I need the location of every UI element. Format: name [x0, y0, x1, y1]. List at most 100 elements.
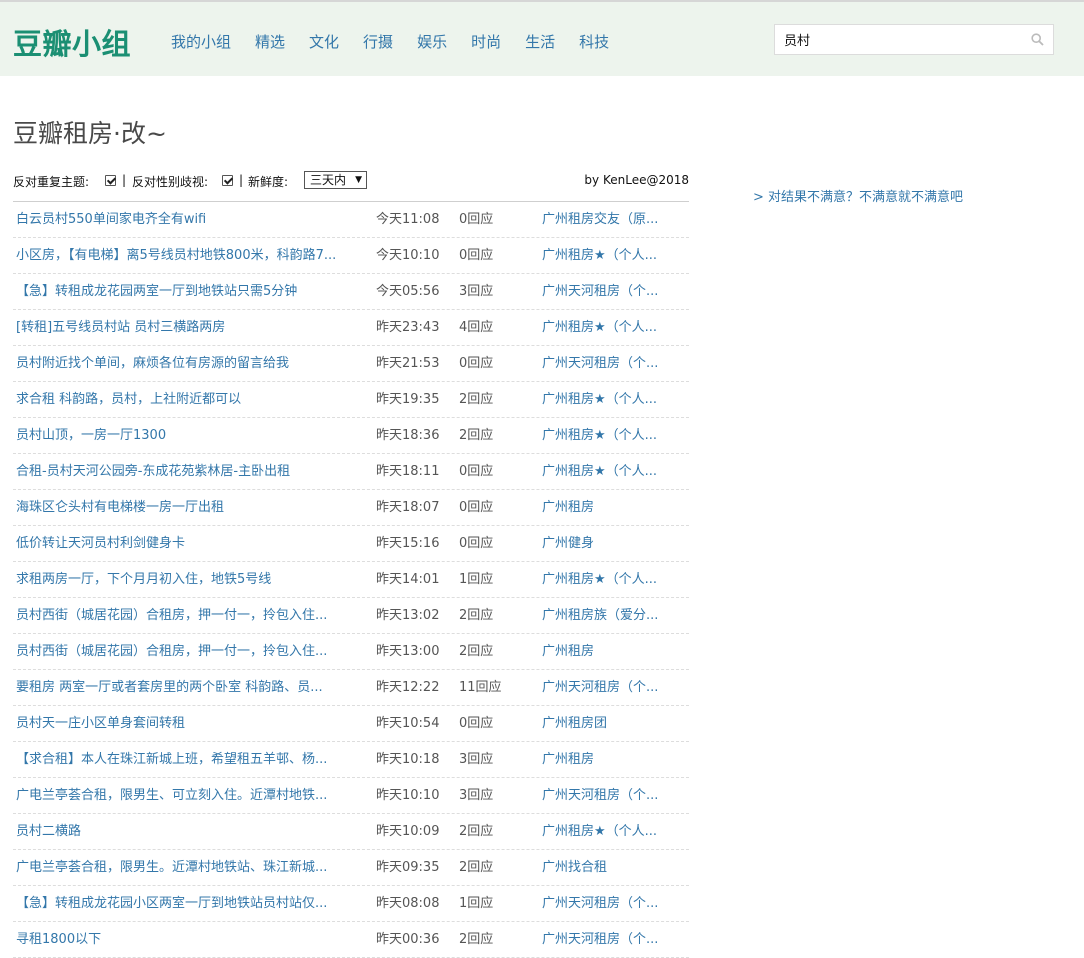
table-row: [转租]五号线员村站 员村三横路两房 昨天23:43 4回应 广州租房★（个人... — [13, 310, 689, 346]
author-credit: by KenLee@2018 — [584, 173, 689, 187]
nav-item-life[interactable]: 生活 — [525, 31, 555, 52]
topic-title-link[interactable]: 员村天一庄小区单身套间转租 — [16, 716, 185, 732]
topic-group-link[interactable]: 广州天河租房（个... — [542, 284, 658, 300]
topic-title-link[interactable]: [转租]五号线员村站 员村三横路两房 — [16, 320, 225, 336]
search-input[interactable] — [775, 25, 1025, 54]
topic-group-link[interactable]: 广州租房 — [542, 500, 594, 516]
topic-group-link[interactable]: 广州租房交友（原... — [542, 212, 658, 228]
topic-time: 今天11:08 — [376, 212, 440, 227]
table-row: 要租房 两室一厅或者套房里的两个卧室 科韵路、员... 昨天12:22 11回应 广州… — [13, 670, 689, 706]
nav-item-my-groups[interactable]: 我的小组 — [171, 31, 231, 52]
topic-title-link[interactable]: 员村西街（城居花园）合租房，押一付一，拎包入住... — [16, 608, 327, 624]
topic-group-link[interactable]: 广州找合租 — [542, 860, 607, 876]
topic-reply-count: 3回应 — [459, 284, 494, 299]
topic-reply-count: 1回应 — [459, 572, 494, 587]
nav-item-featured[interactable]: 精选 — [255, 31, 285, 52]
nav-item-tech[interactable]: 科技 — [579, 31, 609, 52]
topic-title-link[interactable]: 员村附近找个单间，麻烦各位有房源的留言给我 — [16, 356, 289, 372]
topic-time: 昨天10:54 — [376, 716, 440, 731]
table-row: 小区房，【有电梯】离5号线员村地铁800米，科韵路7... 今天10:10 0回应 广… — [13, 238, 689, 274]
topic-title-link[interactable]: 寻租1800以下 — [16, 932, 101, 948]
topic-group-link[interactable]: 广州租房★（个人... — [542, 428, 657, 444]
topic-group-link[interactable]: 广州租房 — [542, 644, 594, 660]
topic-title-link[interactable]: 【求合租】本人在珠江新城上班，希望租五羊邨、杨... — [16, 752, 327, 768]
topic-title-link[interactable]: 员村二横路 — [16, 824, 81, 840]
topic-reply-count: 0回应 — [459, 500, 494, 515]
topic-reply-count: 1回应 — [459, 896, 494, 911]
filter-bar: 反对重复主题: | 反对性别歧视: | 新鲜度: 三天内 ▼ by KenLee… — [13, 171, 689, 191]
topic-title-link[interactable]: 合租-员村天河公园旁-东成花苑紫林居-主卧出租 — [16, 464, 290, 480]
main-nav: 我的小组 精选 文化 行摄 娱乐 时尚 生活 科技 — [171, 31, 633, 52]
nav-item-travel[interactable]: 行摄 — [363, 31, 393, 52]
table-row: 员村西街（城居花园）合租房，押一付一，拎包入住... 昨天13:00 2回应 广州租房 — [13, 634, 689, 670]
table-row: 广电兰亭荟合租，限男生。近潭村地铁站、珠江新城... 昨天09:35 2回应 广州找合… — [13, 850, 689, 886]
nav-item-fashion[interactable]: 时尚 — [471, 31, 501, 52]
topic-title-link[interactable]: 员村西街（城居花园）合租房，押一付一，拎包入住... — [16, 644, 327, 660]
topic-group-link[interactable]: 广州租房★（个人... — [542, 464, 657, 480]
gender-label: 反对性别歧视: — [132, 175, 209, 189]
topic-group-link[interactable]: 广州租房 — [542, 752, 594, 768]
table-row: 求合租 科韵路，员村，上社附近都可以 昨天19:35 2回应 广州租房★（个人... — [13, 382, 689, 418]
site-logo[interactable]: 豆瓣小组 — [13, 21, 131, 63]
table-row: 求租两房一厅，下个月月初入住，地铁5号线 昨天14:01 1回应 广州租房★（个人..… — [13, 562, 689, 598]
topic-title-link[interactable]: 广电兰亭荟合租，限男生、可立刻入住。近潭村地铁... — [16, 788, 327, 804]
topic-reply-count: 2回应 — [459, 608, 494, 623]
topic-reply-count: 0回应 — [459, 212, 494, 227]
table-row: 【急】转租成龙花园两室一厅到地铁站只需5分钟 今天05:56 3回应 广州天河租房（个… — [13, 274, 689, 310]
topic-time: 昨天09:35 — [376, 860, 440, 875]
topic-title-link[interactable]: 海珠区仑头村有电梯楼一房一厅出租 — [16, 500, 224, 516]
gender-checkbox[interactable] — [222, 175, 233, 186]
topic-group-link[interactable]: 广州健身 — [542, 536, 594, 552]
topic-title-link[interactable]: 低价转让天河员村利剑健身卡 — [16, 536, 185, 552]
topic-reply-count: 2回应 — [459, 428, 494, 443]
topic-title-link[interactable]: 白云员村550单间家电齐全有wifi — [16, 212, 206, 228]
separator: | — [122, 173, 127, 187]
topic-title-link[interactable]: 员村山顶，一房一厅1300 — [16, 428, 166, 444]
table-row: 合租-员村天河公园旁-东成花苑紫林居-主卧出租 昨天18:11 0回应 广州租房★（个… — [13, 454, 689, 490]
table-row: 【求合租】本人在珠江新城上班，希望租五羊邨、杨... 昨天10:18 3回应 广州租房 — [13, 742, 689, 778]
table-row: 广电兰亭荟合租，限男生、可立刻入住。近潭村地铁... 昨天10:10 3回应 广州天河… — [13, 778, 689, 814]
topic-title-link[interactable]: 【急】转租成龙花园两室一厅到地铁站只需5分钟 — [16, 284, 297, 300]
table-row: 员村西街（城居花园）合租房，押一付一，拎包入住... 昨天13:02 2回应 广州租房… — [13, 598, 689, 634]
topic-title-link[interactable]: 【急】转租成龙花园小区两室一厅到地铁站员村站仅... — [16, 896, 327, 912]
dedupe-checkbox[interactable] — [105, 175, 116, 186]
topic-group-link[interactable]: 广州租房族（爱分... — [542, 608, 658, 624]
topic-group-link[interactable]: 广州天河租房（个... — [542, 680, 658, 696]
page-title: 豆瓣租房·改~ — [13, 119, 167, 148]
topic-time: 昨天18:36 — [376, 428, 440, 443]
table-row: 员村二横路 昨天10:09 2回应 广州租房★（个人... — [13, 814, 689, 850]
topic-title-link[interactable]: 求合租 科韵路，员村，上社附近都可以 — [16, 392, 241, 408]
topic-reply-count: 0回应 — [459, 716, 494, 731]
feedback-link[interactable]: > 对结果不满意？不满意就不满意吧 — [753, 186, 963, 205]
table-row: 海珠区仑头村有电梯楼一房一厅出租 昨天18:07 0回应 广州租房 — [13, 490, 689, 526]
topic-group-link[interactable]: 广州租房★（个人... — [542, 824, 657, 840]
freshness-label: 新鲜度: — [248, 175, 289, 189]
topic-title-link[interactable]: 要租房 两室一厅或者套房里的两个卧室 科韵路、员... — [16, 680, 323, 696]
topic-group-link[interactable]: 广州租房★（个人... — [542, 392, 657, 408]
table-row: 员村山顶，一房一厅1300 昨天18:36 2回应 广州租房★（个人... — [13, 418, 689, 454]
topic-group-link[interactable]: 广州租房★（个人... — [542, 572, 657, 588]
topic-title-link[interactable]: 求租两房一厅，下个月月初入住，地铁5号线 — [16, 572, 271, 588]
topic-group-link[interactable]: 广州租房团 — [542, 716, 607, 732]
topic-group-link[interactable]: 广州天河租房（个... — [542, 896, 658, 912]
topic-group-link[interactable]: 广州天河租房（个... — [542, 356, 658, 372]
topic-title-link[interactable]: 广电兰亭荟合租，限男生。近潭村地铁站、珠江新城... — [16, 860, 327, 876]
topic-group-link[interactable]: 广州天河租房（个... — [542, 788, 658, 804]
topic-group-link[interactable]: 广州租房★（个人... — [542, 320, 657, 336]
nav-item-culture[interactable]: 文化 — [309, 31, 339, 52]
topic-time: 昨天18:07 — [376, 500, 440, 515]
search-icon[interactable] — [1031, 33, 1044, 46]
topic-group-link[interactable]: 广州天河租房（个... — [542, 932, 658, 948]
topic-time: 昨天18:11 — [376, 464, 440, 479]
freshness-select[interactable]: 三天内 ▼ — [304, 171, 367, 189]
topic-reply-count: 3回应 — [459, 752, 494, 767]
topic-reply-count: 4回应 — [459, 320, 494, 335]
topic-reply-count: 0回应 — [459, 464, 494, 479]
topic-time: 昨天23:43 — [376, 320, 440, 335]
topic-title-link[interactable]: 小区房，【有电梯】离5号线员村地铁800米，科韵路7... — [16, 248, 336, 264]
nav-item-entertainment[interactable]: 娱乐 — [417, 31, 447, 52]
table-row: 【急】转租成龙花园小区两室一厅到地铁站员村站仅... 昨天08:08 1回应 广州天河… — [13, 886, 689, 922]
topic-list: 白云员村550单间家电齐全有wifi 今天11:08 0回应 广州租房交友（原... 小… — [13, 201, 689, 958]
topic-group-link[interactable]: 广州租房★（个人... — [542, 248, 657, 264]
topic-reply-count: 0回应 — [459, 356, 494, 371]
